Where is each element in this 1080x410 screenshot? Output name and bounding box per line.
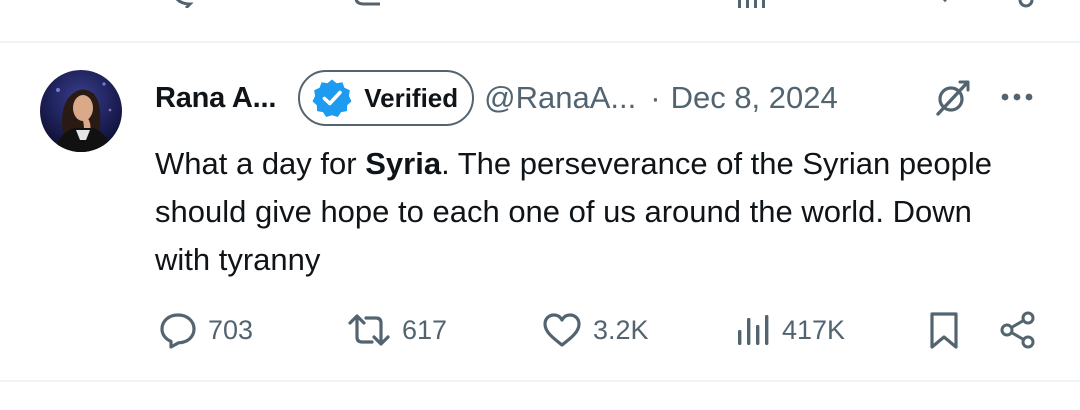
reply-icon: [160, 313, 196, 349]
more-icon[interactable]: [997, 82, 1037, 112]
tweet-text: What a day for Syria. The perseverance o…: [155, 140, 1035, 284]
share-icon: [1018, 0, 1034, 8]
header-separator: ·: [650, 80, 661, 115]
bookmark-button[interactable]: [926, 310, 962, 350]
verified-label: Verified: [364, 82, 459, 113]
tweet-text-bold: Syria: [365, 146, 442, 181]
previous-tweet-actions: [0, 0, 1080, 8]
reply-icon: [175, 0, 194, 8]
avatar[interactable]: [40, 70, 122, 152]
views-icon: [738, 0, 765, 8]
repost-button[interactable]: 617: [346, 310, 447, 350]
tweet-text-part1: What a day for: [155, 146, 366, 181]
like-count: 3.2K: [593, 314, 649, 345]
repost-count: 617: [402, 314, 448, 345]
verified-check-icon: [312, 79, 352, 117]
tweet-date[interactable]: Dec 8, 2024: [671, 80, 838, 116]
tweet-header: Rana A... Verified @RanaA... · Dec 8, 20…: [155, 70, 838, 126]
like-button[interactable]: 3.2K: [541, 310, 649, 350]
divider-top: [0, 41, 1080, 43]
tweet[interactable]: Rana A... Verified @RanaA... · Dec 8, 20…: [0, 44, 1080, 382]
views-icon: [738, 315, 769, 345]
views-button[interactable]: 417K: [736, 310, 845, 350]
reply-count: 703: [208, 314, 254, 345]
author-name[interactable]: Rana A...: [155, 82, 276, 115]
bookmark-icon: [930, 312, 958, 349]
repost-icon: [354, 0, 380, 6]
grok-icon[interactable]: [932, 78, 972, 118]
tweet-actions: 703 617 3.2K 417K: [0, 310, 1080, 350]
view-count: 417K: [782, 314, 846, 345]
verified-badge[interactable]: Verified: [298, 70, 475, 126]
repost-icon: [348, 314, 390, 346]
divider-bottom: [0, 380, 1080, 382]
bookmark-icon: [942, 0, 948, 3]
share-icon: [1000, 311, 1035, 349]
reply-button[interactable]: 703: [158, 310, 253, 350]
share-button[interactable]: [998, 310, 1038, 350]
like-icon: [543, 313, 581, 347]
author-handle[interactable]: @RanaA...: [484, 80, 636, 116]
